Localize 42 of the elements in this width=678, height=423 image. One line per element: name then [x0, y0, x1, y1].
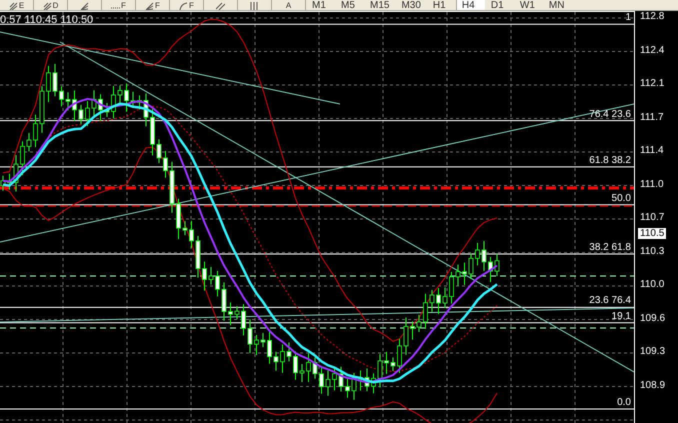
fibonacci-level-label: 19.1: [612, 310, 631, 322]
timeframe-button[interactable]: M30: [395, 0, 427, 10]
fibonacci-level-label: 38.2 61.8: [589, 242, 631, 254]
drawing-tool-button[interactable]: F: [102, 0, 136, 10]
bars-icon: [250, 2, 259, 10]
price-axis-label: 110.5: [638, 228, 666, 238]
timeframe-button[interactable]: M5: [335, 0, 364, 10]
price-axis-label: 110.3: [639, 246, 666, 256]
drawing-tool-button[interactable]: F: [170, 0, 204, 10]
fibonacci-level-label: 76.4 23.6: [589, 108, 631, 120]
timeframe-button[interactable]: M15: [364, 0, 396, 10]
timeframe-button[interactable]: W1: [514, 0, 543, 10]
drawing-tool-button[interactable]: D: [34, 0, 68, 10]
fibonacci-level-label: 0.0: [617, 396, 631, 408]
arc-icon: [179, 2, 188, 10]
price-axis-label: 109.6: [639, 312, 666, 324]
price-axis-label: 112.8: [639, 11, 666, 22]
text-tool-button[interactable]: A: [272, 0, 306, 10]
timeframe-button[interactable]: D1: [484, 0, 514, 10]
fibonacci-level-label: 61.8 38.2: [589, 154, 631, 166]
timeframe-button[interactable]: MN: [542, 0, 572, 10]
parallel-lines-icon: [216, 2, 225, 10]
timeframe-button[interactable]: H4: [456, 0, 485, 10]
price-axis-label: 109.3: [639, 346, 666, 357]
timeframe-button[interactable]: M1: [306, 0, 335, 10]
price-axis-label: 108.9: [639, 380, 666, 390]
price-axis-label: 112.1: [639, 78, 666, 89]
fibonacci-level-label: 1: [625, 12, 631, 24]
timeframe-button[interactable]: H1: [426, 0, 456, 10]
price-axis-label: 111.0: [639, 178, 665, 190]
price-axis-label: 111.7: [639, 112, 665, 122]
price-axis-label: 112.4: [639, 44, 666, 56]
fan-icon: [145, 2, 154, 10]
price-axis-label: 110.7: [639, 212, 666, 223]
fibonacci-level-label: 50.0: [612, 192, 631, 204]
fan-icon: [80, 2, 89, 10]
price-axis-label: 110.0: [639, 279, 666, 290]
drawing-tool-button[interactable]: F: [136, 0, 170, 10]
drawing-tool-button[interactable]: E: [0, 0, 34, 10]
price-header: 0.57 110.45 110.50: [0, 14, 94, 26]
fibonacci-level-label: 23.6 76.4: [589, 295, 631, 306]
price-axis-label: 111.4: [639, 145, 665, 156]
